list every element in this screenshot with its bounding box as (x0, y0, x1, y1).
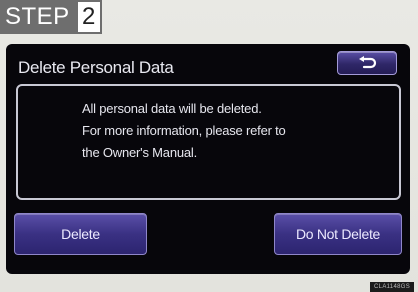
do-not-delete-button[interactable]: Do Not Delete (274, 213, 402, 255)
return-arrow-icon (356, 56, 378, 70)
message-line: For more information, please refer to (82, 123, 286, 138)
message-line: the Owner's Manual. (82, 145, 198, 160)
back-button[interactable] (337, 51, 397, 75)
step-number: 2 (75, 0, 102, 34)
message-text: All personal data will be deleted. For m… (82, 98, 382, 164)
step-label: STEP (0, 0, 76, 34)
image-code-caption: CLA1148GS (370, 282, 414, 292)
message-line: All personal data will be deleted. (82, 101, 262, 116)
step-badge: STEP 2 (0, 0, 102, 34)
screen-title: Delete Personal Data (18, 58, 174, 77)
delete-button[interactable]: Delete (14, 213, 147, 255)
